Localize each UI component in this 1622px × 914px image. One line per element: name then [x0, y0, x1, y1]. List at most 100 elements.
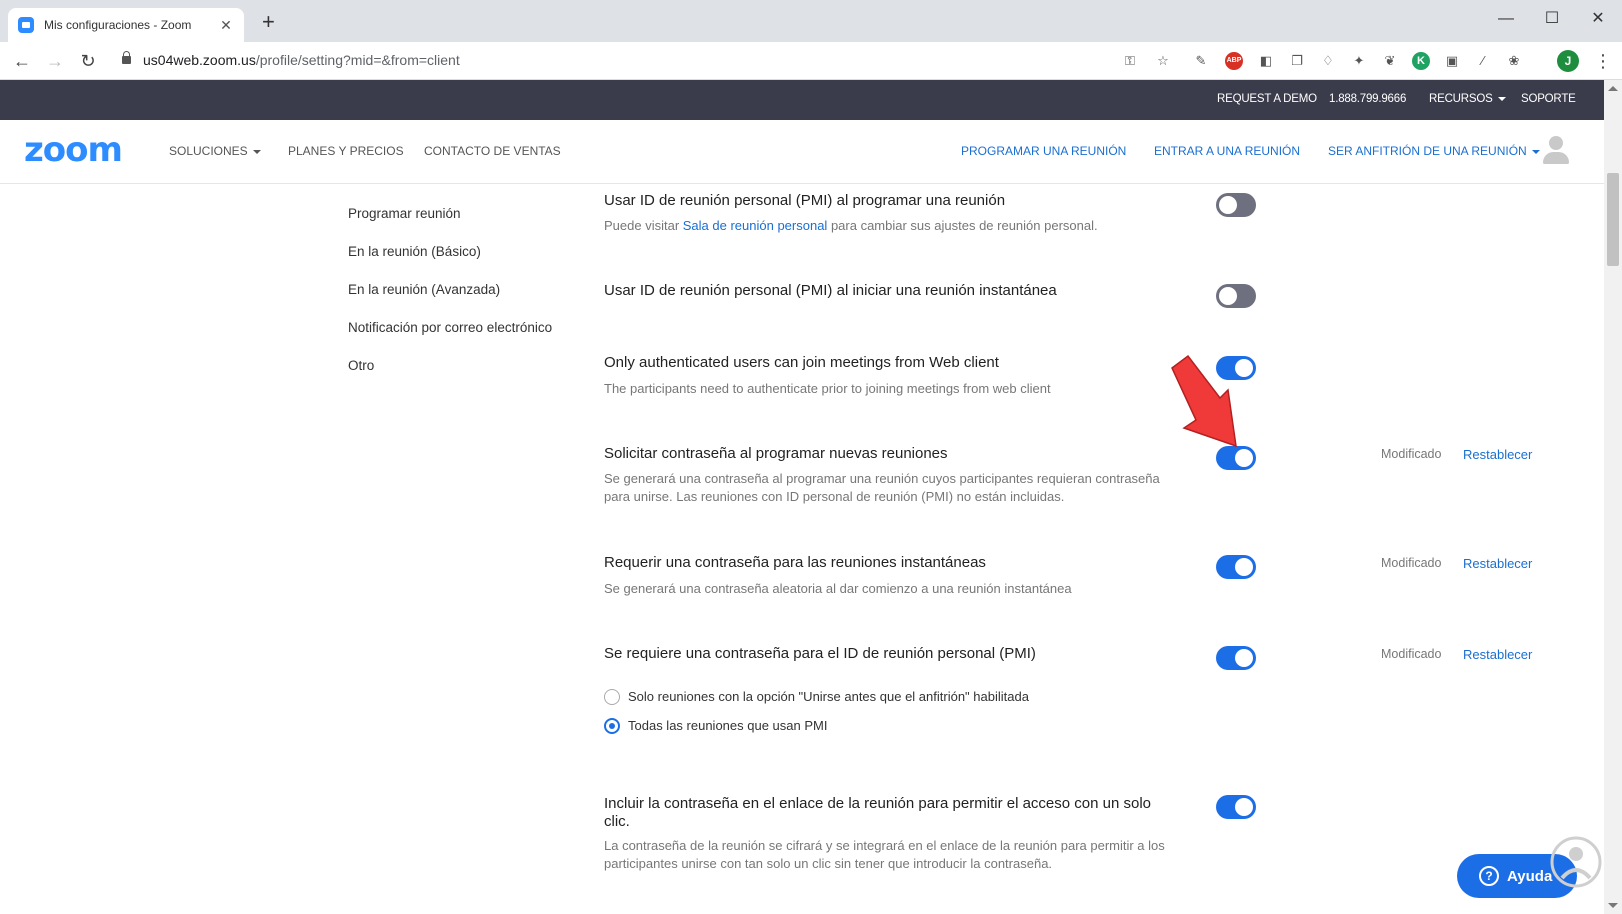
side-menu-item-basic[interactable]: En la reunión (Básico): [348, 244, 481, 259]
setting-description: participantes unirse con tan solo un cli…: [604, 856, 1053, 871]
plans-link[interactable]: PLANES Y PRECIOS: [288, 144, 404, 158]
zoom-topbar: REQUEST A DEMO 1.888.799.9666 RECURSOS S…: [0, 80, 1604, 120]
side-menu-item-schedule[interactable]: Programar reunión: [348, 206, 461, 221]
solutions-label: SOLUCIONES: [169, 144, 248, 158]
maximize-button[interactable]: ☐: [1532, 6, 1572, 32]
radio-label: Solo reuniones con la opción "Unirse ant…: [628, 689, 1029, 704]
user-avatar[interactable]: [1541, 134, 1571, 164]
url-domain: us04web.zoom.us: [143, 52, 256, 68]
setting-desc-suffix: para cambiar sus ajustes de reunión pers…: [827, 218, 1098, 233]
setting-description: para unirse. Las reuniones con ID person…: [604, 489, 1065, 504]
adblock-icon[interactable]: ABP: [1225, 52, 1243, 70]
address-bar[interactable]: us04web.zoom.us/profile/setting?mid=&fro…: [143, 52, 460, 68]
personal-room-link[interactable]: Sala de reunión personal: [683, 218, 828, 233]
reset-link[interactable]: Restablecer: [1463, 447, 1532, 462]
chevron-down-icon: [252, 149, 261, 154]
zoom-logo[interactable]: zoom: [24, 130, 123, 170]
pmi-schedule-toggle[interactable]: [1216, 193, 1256, 217]
embed-password-toggle[interactable]: [1216, 795, 1256, 819]
star-icon[interactable]: ☆: [1154, 52, 1172, 70]
key-icon[interactable]: ⚿: [1121, 52, 1139, 70]
back-icon[interactable]: ←: [10, 50, 34, 74]
side-menu-item-email[interactable]: Notificación por correo electrónico: [348, 320, 552, 335]
setting-title: Usar ID de reunión personal (PMI) al pro…: [604, 192, 1006, 209]
side-menu-item-other[interactable]: Otro: [348, 358, 374, 373]
page-scrollbar[interactable]: [1604, 80, 1622, 914]
setting-description: La contraseña de la reunión se cifrará y…: [604, 838, 1165, 853]
password-instant-toggle[interactable]: [1216, 555, 1256, 579]
setting-title: Incluir la contraseña en el enlace de la…: [604, 795, 1151, 812]
radio-label: Todas las reuniones que usan PMI: [628, 718, 828, 733]
browser-titlebar: Mis configuraciones - Zoom ✕ + — ☐ ✕: [0, 0, 1622, 42]
setting-title: clic.: [604, 813, 630, 830]
zoom-favicon-icon: [18, 17, 34, 33]
extension-icon[interactable]: ❀: [1505, 52, 1523, 70]
toggle-knob: [1235, 558, 1253, 576]
setting-title: Only authenticated users can join meetin…: [604, 354, 999, 371]
scroll-up-icon[interactable]: [1608, 86, 1618, 91]
toggle-knob: [1235, 649, 1253, 667]
request-demo-link[interactable]: REQUEST A DEMO: [1217, 93, 1317, 105]
contact-sales-link[interactable]: CONTACTO DE VENTAS: [424, 144, 561, 158]
setting-title: Solicitar contraseña al programar nuevas…: [604, 445, 948, 462]
join-meeting-link[interactable]: ENTRAR A UNA REUNIÓN: [1154, 144, 1300, 158]
close-window-button[interactable]: ✕: [1578, 6, 1618, 32]
extension-icon[interactable]: ✦: [1350, 52, 1368, 70]
setting-description: Se generará una contraseña al programar …: [604, 471, 1160, 486]
host-meeting-menu[interactable]: SER ANFITRIÓN DE UNA REUNIÓN: [1328, 144, 1540, 158]
close-tab-icon[interactable]: ✕: [218, 17, 234, 34]
extension-icon[interactable]: ⁄: [1474, 52, 1492, 70]
extension-icon[interactable]: ❐: [1288, 52, 1306, 70]
radio-all-pmi[interactable]: [604, 718, 620, 734]
lock-icon[interactable]: [122, 51, 131, 64]
scroll-thumb[interactable]: [1607, 173, 1619, 266]
extension-icon[interactable]: ▣: [1443, 52, 1461, 70]
setting-description: The participants need to authenticate pr…: [604, 381, 1051, 396]
solutions-menu[interactable]: SOLUCIONES: [169, 144, 261, 158]
extension-icon[interactable]: K: [1412, 52, 1430, 70]
setting-description: Se generará una contraseña aleatoria al …: [604, 581, 1072, 596]
zoom-navbar: zoom SOLUCIONES PLANES Y PRECIOS CONTACT…: [0, 120, 1604, 184]
extension-icon[interactable]: ✎: [1192, 52, 1210, 70]
reload-icon[interactable]: ↻: [76, 50, 100, 74]
setting-description: Puede visitar Sala de reunión personal p…: [604, 217, 1194, 235]
chevron-down-icon: [1531, 149, 1540, 154]
toggle-knob: [1219, 287, 1237, 305]
modified-label: Modificado: [1381, 447, 1442, 461]
browser-tab[interactable]: Mis configuraciones - Zoom ✕: [8, 8, 244, 42]
password-pmi-toggle[interactable]: [1216, 646, 1256, 670]
url-path: /profile/setting?mid=&from=client: [255, 52, 460, 68]
resources-menu[interactable]: RECURSOS: [1429, 93, 1506, 105]
scroll-down-icon[interactable]: [1608, 903, 1618, 908]
extension-icon[interactable]: ◧: [1257, 52, 1275, 70]
forward-icon[interactable]: →: [43, 50, 67, 74]
minimize-button[interactable]: —: [1486, 6, 1526, 32]
setting-title: Requerir una contraseña para las reunion…: [604, 554, 986, 571]
resources-label: RECURSOS: [1429, 93, 1493, 105]
modified-label: Modificado: [1381, 556, 1442, 570]
support-link[interactable]: SOPORTE: [1521, 93, 1576, 105]
setting-title: Usar ID de reunión personal (PMI) al ini…: [604, 282, 1057, 299]
side-menu-item-advanced[interactable]: En la reunión (Avanzada): [348, 282, 500, 297]
pmi-instant-toggle[interactable]: [1216, 284, 1256, 308]
extension-icon[interactable]: ❦: [1381, 52, 1399, 70]
toggle-knob: [1235, 798, 1253, 816]
extension-icon[interactable]: ♢: [1319, 52, 1337, 70]
toggle-knob: [1219, 196, 1237, 214]
watermark-logo: [1550, 836, 1602, 888]
radio-jbh-only[interactable]: [604, 689, 620, 705]
phone-link[interactable]: 1.888.799.9666: [1329, 93, 1406, 105]
reset-link[interactable]: Restablecer: [1463, 556, 1532, 571]
browser-toolbar: ← → ↻ us04web.zoom.us/profile/setting?mi…: [0, 42, 1622, 80]
tab-title: Mis configuraciones - Zoom: [44, 18, 192, 32]
chevron-down-icon: [1497, 96, 1506, 101]
red-arrow-annotation-icon: [1171, 354, 1237, 448]
new-tab-button[interactable]: +: [262, 11, 275, 33]
setting-title: Se requiere una contraseña para el ID de…: [604, 645, 1036, 662]
profile-avatar[interactable]: J: [1557, 50, 1579, 72]
menu-icon[interactable]: ⋮: [1594, 50, 1612, 72]
reset-link[interactable]: Restablecer: [1463, 647, 1532, 662]
help-icon: ?: [1479, 866, 1499, 886]
schedule-meeting-link[interactable]: PROGRAMAR UNA REUNIÓN: [961, 144, 1126, 158]
host-meeting-label: SER ANFITRIÓN DE UNA REUNIÓN: [1328, 144, 1527, 158]
